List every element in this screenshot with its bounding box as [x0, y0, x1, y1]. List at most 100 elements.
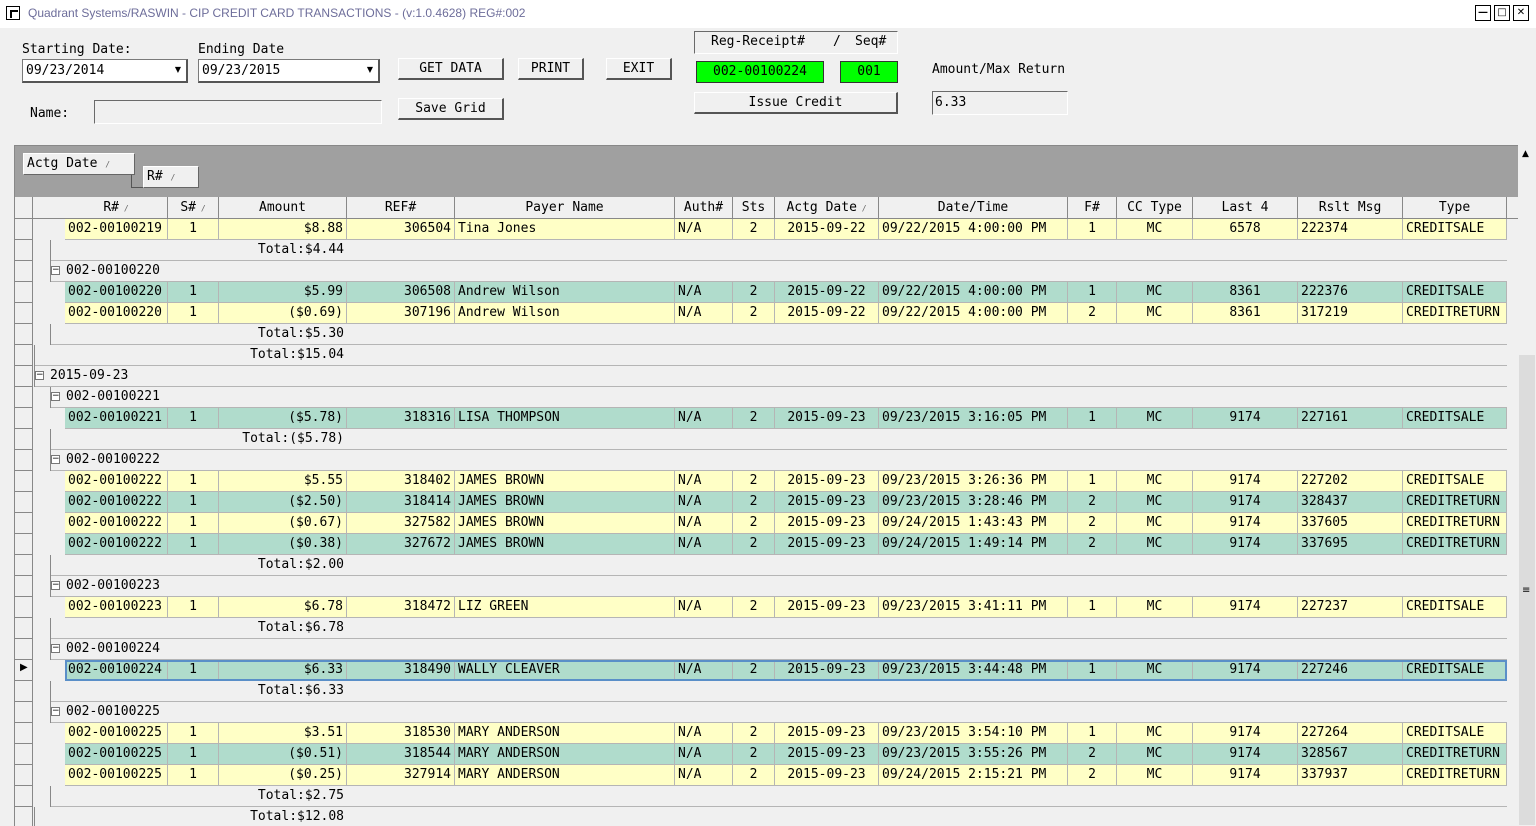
column-header-ref[interactable]: REF# — [347, 197, 455, 218]
table-row[interactable]: 002-00100222 1 ($0.38) 327672 JAMES BROWN N/A… — [15, 534, 1519, 555]
table-cell[interactable]: 2015-09-23 — [775, 513, 879, 534]
table-cell[interactable]: 2015-09-23 — [775, 597, 879, 618]
row-selector[interactable] — [15, 408, 33, 429]
table-cell[interactable]: CREDITRETURN — [1403, 744, 1507, 765]
table-cell[interactable]: N/A — [675, 744, 733, 765]
save-grid-button[interactable]: Save Grid — [398, 98, 504, 120]
table-cell[interactable]: 2015-09-23 — [775, 471, 879, 492]
collapse-icon[interactable]: − — [35, 371, 44, 380]
table-cell[interactable]: CREDITRETURN — [1403, 765, 1507, 786]
row-selector[interactable] — [15, 807, 33, 826]
table-cell[interactable]: CREDITRETURN — [1403, 513, 1507, 534]
table-cell[interactable]: N/A — [675, 765, 733, 786]
column-header-sts[interactable]: Sts — [733, 197, 775, 218]
table-cell[interactable]: LIZ GREEN — [455, 597, 675, 618]
group-chip-actg-date[interactable]: Actg Date / — [23, 153, 135, 175]
close-icon[interactable]: ✕ — [1513, 5, 1529, 21]
table-row[interactable]: ▶ 002-00100224 1 $6.33 318490 WALLY CLEAVER N/… — [15, 660, 1519, 681]
row-selector[interactable] — [15, 786, 33, 807]
table-cell[interactable]: 1 — [168, 471, 219, 492]
row-selector[interactable] — [15, 261, 33, 282]
table-cell[interactable]: MC — [1117, 303, 1193, 324]
row-selector[interactable] — [15, 492, 33, 513]
transactions-grid[interactable]: Actg Date / R# / R# / S# / Amount REF# Payer… — [14, 145, 1519, 826]
table-cell[interactable]: 227202 — [1298, 471, 1403, 492]
table-cell[interactable]: 2 — [733, 219, 775, 240]
table-cell[interactable]: Andrew Wilson — [455, 303, 675, 324]
table-cell[interactable]: 1 — [168, 303, 219, 324]
table-row[interactable]: 002-00100225 1 $3.51 318530 MARY ANDERSON N/A… — [15, 723, 1519, 744]
table-cell[interactable]: 002-00100224 — [65, 660, 168, 681]
table-row[interactable]: 002-00100220 1 $5.99 306508 Andrew Wilson N/A… — [15, 282, 1519, 303]
row-selector[interactable] — [15, 597, 33, 618]
table-cell[interactable]: 8361 — [1193, 303, 1298, 324]
chevron-down-icon[interactable]: ▼ — [363, 61, 377, 79]
row-selector[interactable] — [15, 639, 33, 660]
table-cell[interactable]: 2015-09-22 — [775, 282, 879, 303]
row-selector[interactable] — [15, 681, 33, 702]
vertical-scrollbar[interactable]: ▲ ≡ — [1518, 145, 1536, 825]
table-cell[interactable]: 09/22/2015 4:00:00 PM — [879, 282, 1068, 303]
table-cell[interactable]: 307196 — [347, 303, 455, 324]
table-cell[interactable]: 002-00100222 — [65, 492, 168, 513]
row-selector[interactable] — [15, 240, 33, 261]
table-cell[interactable]: N/A — [675, 408, 733, 429]
table-cell[interactable]: CREDITSALE — [1403, 471, 1507, 492]
table-cell[interactable]: CREDITSALE — [1403, 219, 1507, 240]
table-cell[interactable]: 6578 — [1193, 219, 1298, 240]
table-cell[interactable]: 002-00100223 — [65, 597, 168, 618]
table-cell[interactable]: 002-00100225 — [65, 723, 168, 744]
table-cell[interactable]: 9174 — [1193, 597, 1298, 618]
collapse-icon[interactable]: − — [51, 707, 60, 716]
name-input[interactable] — [94, 100, 382, 124]
row-selector[interactable] — [15, 744, 33, 765]
table-cell[interactable]: 2 — [733, 723, 775, 744]
table-cell[interactable]: ($0.25) — [219, 765, 347, 786]
table-row[interactable]: 002-00100221 1 ($5.78) 318316 LISA THOMPSON N… — [15, 408, 1519, 429]
table-cell[interactable]: 2015-09-23 — [775, 492, 879, 513]
table-cell[interactable]: JAMES BROWN — [455, 534, 675, 555]
row-selector[interactable] — [15, 534, 33, 555]
table-cell[interactable]: 2 — [733, 765, 775, 786]
table-cell[interactable]: N/A — [675, 597, 733, 618]
table-cell[interactable]: 1 — [168, 723, 219, 744]
table-row[interactable]: 002-00100220 1 ($0.69) 307196 Andrew Wilson N… — [15, 303, 1519, 324]
table-cell[interactable]: CREDITRETURN — [1403, 303, 1507, 324]
table-cell[interactable]: MC — [1117, 282, 1193, 303]
table-cell[interactable]: 337937 — [1298, 765, 1403, 786]
row-selector[interactable] — [15, 324, 33, 345]
table-cell[interactable]: 227246 — [1298, 660, 1403, 681]
table-cell[interactable]: ($0.51) — [219, 744, 347, 765]
table-cell[interactable]: 002-00100221 — [65, 408, 168, 429]
table-cell[interactable]: LISA THOMPSON — [455, 408, 675, 429]
table-cell[interactable]: 328437 — [1298, 492, 1403, 513]
table-cell[interactable]: 1 — [1068, 219, 1117, 240]
table-row[interactable]: 002-00100223 1 $6.78 318472 LIZ GREEN N/A 2 201… — [15, 597, 1519, 618]
collapse-icon[interactable]: − — [51, 644, 60, 653]
table-cell[interactable]: 2015-09-23 — [775, 723, 879, 744]
get-data-button[interactable]: GET DATA — [398, 58, 504, 80]
row-selector[interactable] — [15, 555, 33, 576]
table-cell[interactable]: MARY ANDERSON — [455, 765, 675, 786]
seq-field[interactable]: 001 — [840, 61, 898, 83]
column-header-date-time[interactable]: Date/Time — [879, 197, 1068, 218]
table-cell[interactable]: 2 — [733, 303, 775, 324]
table-cell[interactable]: WALLY CLEAVER — [455, 660, 675, 681]
row-selector[interactable] — [15, 618, 33, 639]
table-cell[interactable]: 1 — [168, 408, 219, 429]
table-cell[interactable]: $6.78 — [219, 597, 347, 618]
column-header-f[interactable]: F# — [1068, 197, 1117, 218]
table-cell[interactable]: 002-00100222 — [65, 471, 168, 492]
table-cell[interactable]: 318316 — [347, 408, 455, 429]
table-cell[interactable]: MARY ANDERSON — [455, 723, 675, 744]
table-cell[interactable]: 2 — [733, 408, 775, 429]
table-cell[interactable]: 9174 — [1193, 492, 1298, 513]
table-cell[interactable]: 2 — [1068, 303, 1117, 324]
column-header-rslt-msg[interactable]: Rslt Msg — [1298, 197, 1403, 218]
table-cell[interactable]: 306508 — [347, 282, 455, 303]
table-cell[interactable]: $5.55 — [219, 471, 347, 492]
row-selector[interactable] — [15, 723, 33, 744]
row-selector[interactable] — [15, 429, 33, 450]
column-header-last-4[interactable]: Last 4 — [1193, 197, 1298, 218]
table-cell[interactable]: 9174 — [1193, 513, 1298, 534]
